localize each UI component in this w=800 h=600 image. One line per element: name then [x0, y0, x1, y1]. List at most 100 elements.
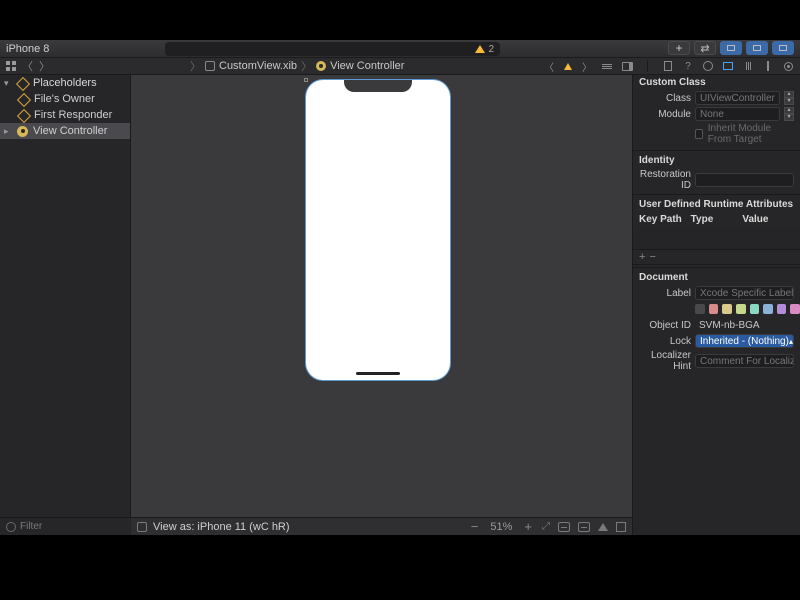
home-indicator [356, 372, 400, 375]
color-swatch[interactable] [790, 304, 800, 314]
scheme-device-label[interactable]: iPhone 8 [0, 43, 49, 55]
object-id-row: Object ID SVM-nb-BGA [633, 317, 800, 333]
add-editor-button[interactable] [622, 62, 633, 71]
section-custom-class: Custom Class [633, 75, 800, 90]
align-button[interactable] [558, 522, 570, 532]
placeholder-text: Comment For Localizer [700, 356, 794, 367]
toggle-debug-button[interactable] [746, 41, 768, 55]
col-keypath: Key Path [639, 214, 691, 225]
section-document: Document [633, 270, 800, 285]
color-swatch[interactable] [763, 304, 773, 314]
add-attr-button[interactable]: + [639, 251, 645, 263]
localizer-hint-input[interactable]: Comment For Localizer [695, 354, 794, 368]
outline-item-files-owner[interactable]: File's Owner [0, 91, 130, 107]
toggle-navigator-button[interactable] [720, 41, 742, 55]
device-config-toggle[interactable] [137, 522, 147, 532]
crumb-divider-icon: 〉 [190, 58, 201, 74]
color-swatch[interactable] [777, 304, 787, 314]
pin-button[interactable] [578, 522, 590, 532]
label-color-swatches [633, 301, 800, 317]
disclosure-triangle-icon[interactable]: ▸ [4, 126, 12, 137]
disclosure-triangle-icon[interactable]: ▾ [4, 78, 12, 89]
outline-filter[interactable]: Filter [0, 517, 131, 535]
ruler-icon [767, 61, 769, 71]
file-inspector-tab[interactable] [662, 60, 674, 72]
next-issue-button[interactable]: 〉 [582, 59, 592, 74]
color-swatch[interactable] [750, 304, 760, 314]
code-review-button[interactable]: ⇄ [694, 41, 716, 55]
breadcrumb-file[interactable]: CustomView.xib [219, 60, 297, 72]
device-notch [344, 80, 412, 92]
history-inspector-tab[interactable] [702, 60, 714, 72]
activity-viewer[interactable]: 2 [165, 42, 500, 56]
outline-item-first-responder[interactable]: First Responder [0, 107, 130, 123]
related-items-icon[interactable] [6, 61, 16, 71]
breadcrumb[interactable]: 〉 CustomView.xib 〉 View Controller [190, 58, 404, 74]
connections-icon [784, 62, 793, 71]
identity-inspector-tab[interactable] [722, 60, 734, 72]
class-input[interactable]: UIViewController [695, 91, 780, 105]
module-input[interactable]: None [695, 107, 780, 121]
zoom-out-button[interactable]: − [471, 519, 479, 534]
restoration-id-input[interactable] [695, 173, 794, 187]
selection-handle[interactable] [304, 78, 308, 82]
object-id-label: Object ID [639, 320, 691, 331]
doc-label-input[interactable]: Xcode Specific Label [695, 286, 794, 300]
outline-item-view-controller[interactable]: ▸ View Controller [0, 123, 130, 139]
nav-forward-button[interactable]: 〉 [39, 58, 50, 74]
warning-icon[interactable] [564, 63, 572, 70]
jump-bar: 〈 〉 〉 CustomView.xib 〉 View Controller 〈… [0, 58, 800, 75]
color-swatch[interactable] [736, 304, 746, 314]
outline-group-placeholders[interactable]: ▾ Placeholders [0, 75, 130, 91]
toggle-inspector-button[interactable] [772, 41, 794, 55]
nav-back-button[interactable]: 〈 [22, 58, 33, 74]
lock-value: Inherited - (Nothing) [700, 336, 789, 347]
color-swatch[interactable] [722, 304, 732, 314]
embed-button[interactable] [616, 522, 626, 532]
device-preview-iphone[interactable] [306, 80, 450, 380]
zoom-in-button[interactable]: + [524, 519, 532, 534]
remove-attr-button[interactable]: − [649, 251, 655, 263]
zoom-level[interactable]: 51% [490, 521, 512, 533]
divider [633, 267, 800, 268]
interface-builder-canvas[interactable] [131, 75, 632, 517]
color-swatch[interactable] [709, 304, 719, 314]
prev-issue-button[interactable]: 〈 [544, 59, 554, 74]
panel-bottom-icon [753, 45, 761, 51]
runtime-attrs-controls: + − [633, 249, 800, 265]
sliders-icon [746, 62, 751, 70]
placeholder-text: Xcode Specific Label [700, 288, 793, 299]
col-value: Value [742, 214, 794, 225]
breadcrumb-item[interactable]: View Controller [330, 60, 404, 72]
connections-inspector-tab[interactable] [782, 60, 794, 72]
xib-file-icon [205, 61, 215, 71]
class-stepper[interactable]: ▴▾ [784, 91, 794, 105]
section-runtime-attrs: User Defined Runtime Attributes [633, 197, 800, 212]
color-swatch[interactable] [695, 304, 705, 314]
update-frames-button[interactable]: ⤢ [542, 521, 550, 532]
toolbar-right-group: + ⇄ [668, 41, 794, 55]
lock-row: Lock Inherited - (Nothing) ▴▾ [633, 333, 800, 349]
size-inspector-tab[interactable] [762, 60, 774, 72]
resolve-issues-button[interactable] [598, 523, 608, 531]
class-field-row: Class UIViewController ▴▾ [633, 90, 800, 106]
help-inspector-tab[interactable]: ? [682, 60, 694, 72]
object-id-text: SVM-nb-BGA [699, 320, 760, 331]
chevron-updown-icon: ▴▾ [789, 337, 794, 346]
file-icon [664, 61, 672, 71]
canvas-bottom-bar: View as: iPhone 11 (wC hR) − 51% + ⤢ [131, 517, 632, 535]
lock-select[interactable]: Inherited - (Nothing) ▴▾ [695, 334, 794, 348]
inherit-module-checkbox[interactable] [695, 129, 703, 139]
attributes-inspector-tab[interactable] [742, 60, 754, 72]
jump-bar-right: 〈 〉 ? [544, 59, 800, 74]
library-button[interactable]: + [668, 41, 690, 55]
module-stepper[interactable]: ▴▾ [784, 107, 794, 121]
issues-indicator[interactable]: 2 [475, 44, 494, 55]
warning-count: 2 [488, 44, 494, 55]
adjust-editor-button[interactable] [602, 64, 612, 69]
canvas-layout-tools: ⤢ [542, 521, 626, 532]
runtime-attrs-table[interactable] [633, 227, 800, 249]
divider [633, 194, 800, 195]
view-as-label[interactable]: View as: iPhone 11 (wC hR) [153, 521, 290, 533]
module-field-row: Module None ▴▾ [633, 106, 800, 122]
